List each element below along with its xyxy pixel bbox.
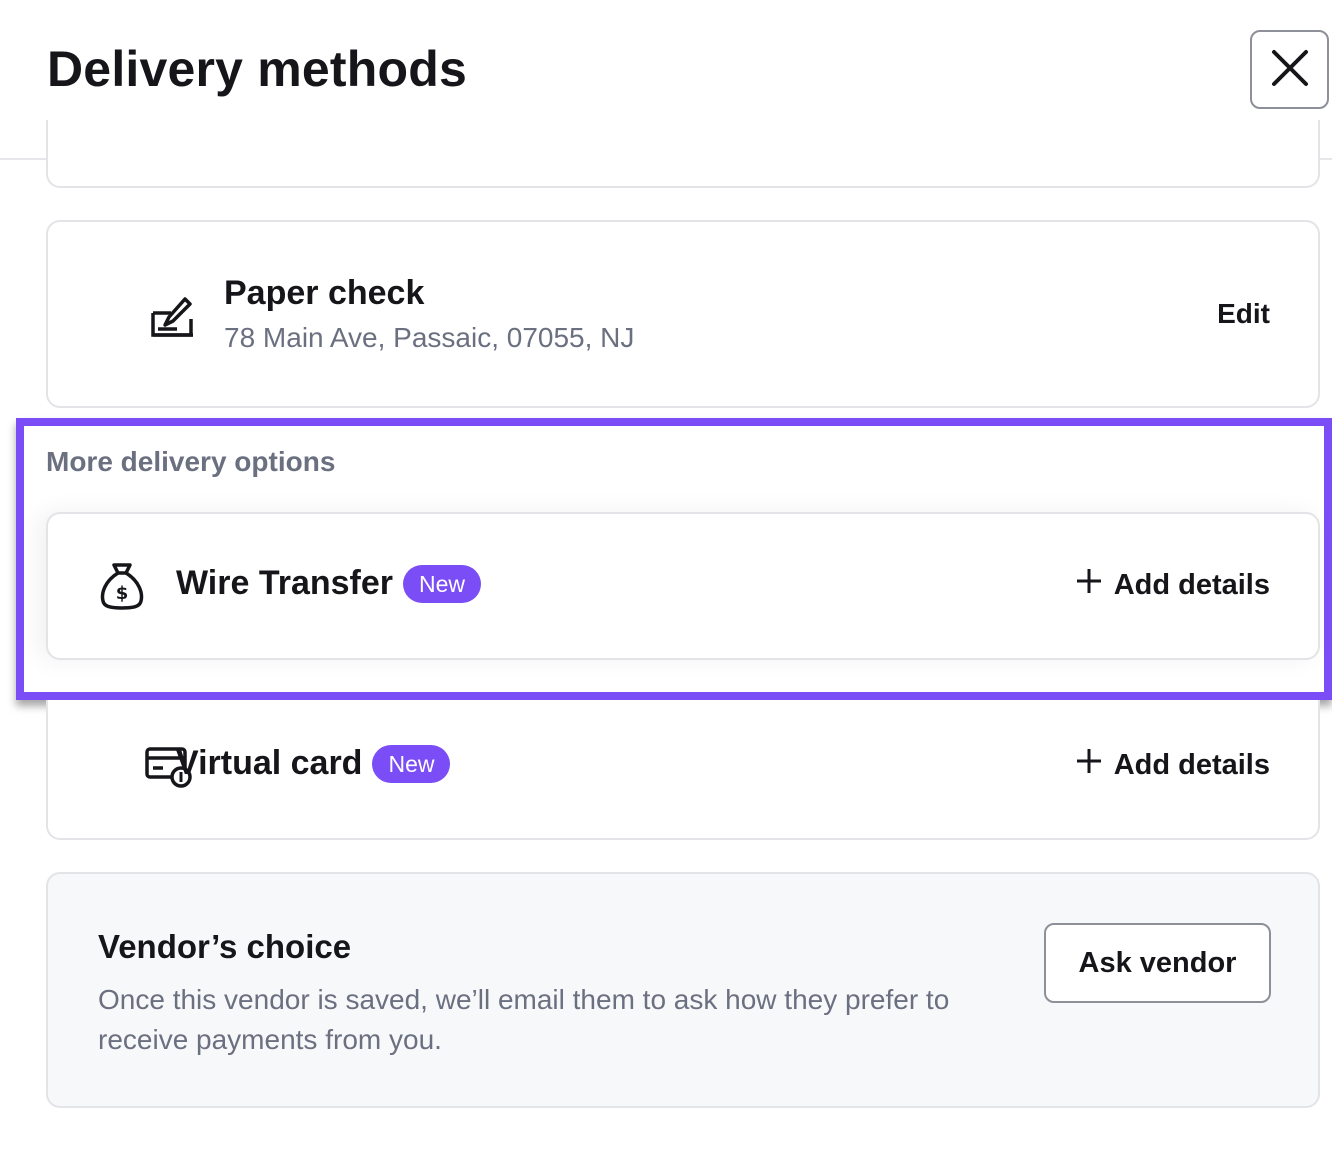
svg-text:$: $ bbox=[116, 583, 129, 604]
add-details-label: Add details bbox=[1113, 748, 1270, 781]
wire-transfer-card: $ Wire Transfer New Add details bbox=[46, 512, 1320, 660]
more-delivery-options-label: More delivery options bbox=[46, 446, 336, 477]
wire-transfer-add-details-button[interactable]: Add details bbox=[1076, 568, 1270, 602]
plus-icon bbox=[1076, 748, 1102, 782]
paper-check-title: Paper check bbox=[224, 274, 425, 312]
virtual-card-add-details-button[interactable]: Add details bbox=[1076, 748, 1270, 782]
add-details-label: Add details bbox=[1113, 568, 1270, 601]
vendors-choice-card: Vendor’s choice Once this vendor is save… bbox=[46, 872, 1320, 1108]
plus-icon bbox=[1076, 568, 1102, 602]
new-badge: New bbox=[403, 564, 482, 603]
page-title: Delivery methods bbox=[47, 41, 468, 97]
vendors-choice-description: Once this vendor is saved, we’ll email t… bbox=[98, 984, 950, 1055]
more-delivery-options-section: More delivery options $ Wire Transfer Ne… bbox=[16, 418, 1332, 700]
wire-transfer-title-row: Wire Transfer New bbox=[176, 564, 482, 603]
previous-method-card bbox=[46, 120, 1320, 188]
paper-check-card: Paper check 78 Main Ave, Passaic, 07055,… bbox=[46, 220, 1320, 408]
new-badge: New bbox=[372, 744, 451, 783]
ask-vendor-button[interactable]: Ask vendor bbox=[1044, 923, 1271, 1003]
paper-check-icon bbox=[138, 286, 198, 346]
edit-button[interactable]: Edit bbox=[1217, 298, 1270, 330]
vendors-choice-title: Vendor’s choice bbox=[98, 928, 352, 965]
close-button[interactable] bbox=[1250, 30, 1329, 109]
paper-check-address: 78 Main Ave, Passaic, 07055, NJ bbox=[224, 322, 635, 353]
virtual-card-title: Virtual card bbox=[176, 744, 363, 782]
money-bag-icon: $ bbox=[92, 556, 152, 616]
close-icon bbox=[1270, 48, 1310, 91]
virtual-card-card: Virtual card New Add details bbox=[46, 700, 1320, 840]
virtual-card-title-row: Virtual card New bbox=[176, 744, 451, 783]
wire-transfer-title: Wire Transfer bbox=[176, 564, 393, 602]
